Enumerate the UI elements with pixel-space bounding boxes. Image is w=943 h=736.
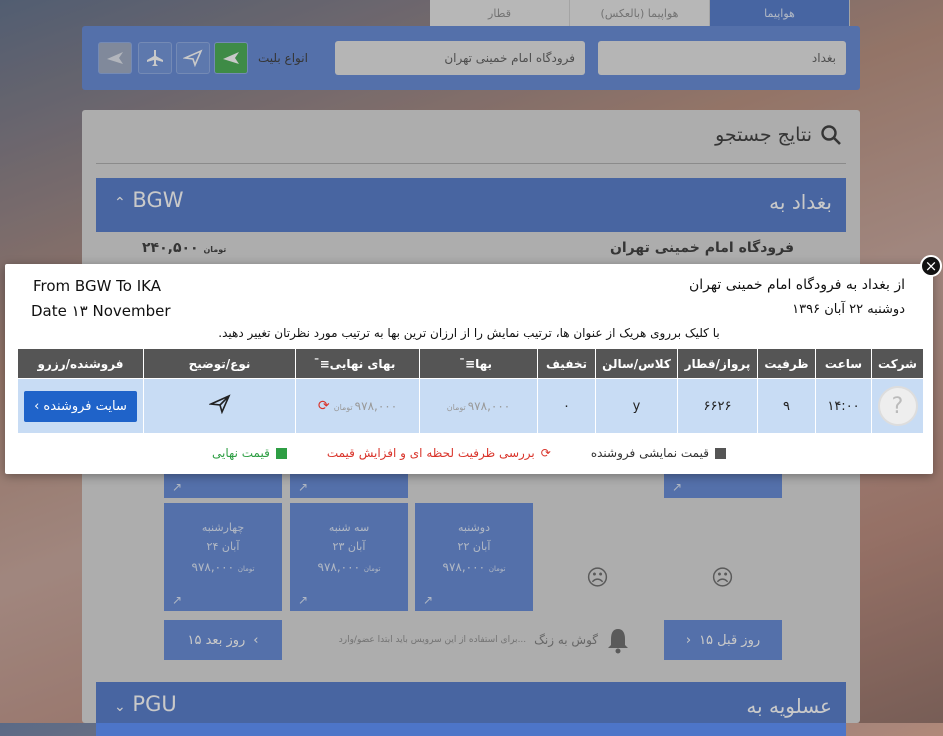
cell-vendor: سایت فروشنده › xyxy=(17,378,144,434)
cell-class: y xyxy=(595,378,678,434)
table-header-row: شرکت ساعت ظرفیت پرواز/قطار کلاس/سالن تخف… xyxy=(17,348,924,379)
legend-swatch xyxy=(714,447,726,459)
col-time[interactable]: ساعت xyxy=(815,348,872,379)
modal-date-en: Date ۱۳ November xyxy=(31,302,171,320)
fares-table: شرکت ساعت ظرفیت پرواز/قطار کلاس/سالن تخف… xyxy=(17,348,924,434)
refresh-icon[interactable]: ⟳ xyxy=(318,398,330,414)
col-price[interactable]: بها≡̄ xyxy=(419,348,538,379)
cell-flight: ۶۶۲۶ xyxy=(677,378,758,434)
legend-display-price: قیمت نمایشی فروشنده xyxy=(591,446,726,460)
send-icon xyxy=(207,394,231,415)
col-final-price-label: بهای نهایی xyxy=(329,356,396,371)
sort-hint: با کلیک برروی هریک از عنوان ها، ترتیب نم… xyxy=(218,326,720,340)
modal-title-fa: از بغداد به فرودگاه امام خمینی تهران xyxy=(689,277,905,293)
legend-swatch xyxy=(275,447,287,459)
vendor-site-button[interactable]: سایت فروشنده › xyxy=(24,390,137,422)
col-vendor[interactable]: فروشنده/رزرو xyxy=(17,348,144,379)
cell-discount: ۰ xyxy=(537,378,596,434)
flight-details-modal: From BGW To IKA Date ۱۳ November از بغدا… xyxy=(5,264,933,474)
display-price-value: ۹۷۸,۰۰۰ xyxy=(467,398,511,413)
sort-icon: ≡̄ xyxy=(319,356,330,371)
col-capacity[interactable]: ظرفیت xyxy=(757,348,816,379)
col-price-label: بها xyxy=(475,356,492,371)
table-row: ? ۱۴:۰۰ ۹ ۶۶۲۶ y ۰ ۹۷۸,۰۰۰تومان ۹۷۸,۰۰۰ت… xyxy=(17,378,924,434)
display-price: ۹۷۸,۰۰۰تومان xyxy=(447,399,510,413)
legend-final-price: قیمت نهایی xyxy=(212,446,287,460)
col-discount[interactable]: تخفیف xyxy=(537,348,596,379)
display-price-unit: تومان xyxy=(446,402,466,412)
final-price: ۹۷۸,۰۰۰تومان xyxy=(334,399,397,413)
cell-final-price: ۹۷۸,۰۰۰تومان ⟳ xyxy=(295,378,420,434)
col-flight[interactable]: پرواز/قطار xyxy=(677,348,758,379)
cell-capacity: ۹ xyxy=(757,378,816,434)
cell-time: ۱۴:۰۰ xyxy=(815,378,872,434)
final-price-unit: تومان xyxy=(333,403,353,412)
cell-type xyxy=(143,378,296,434)
modal-date-fa: دوشنبه ۲۲ آبان ۱۳۹۶ xyxy=(792,302,905,317)
price-legend: قیمت نمایشی فروشنده ⟳ بررسی ظرفیت لحظه ای… xyxy=(5,446,933,460)
cell-airline: ? xyxy=(871,378,924,434)
refresh-icon: ⟳ xyxy=(540,446,551,460)
col-class[interactable]: کلاس/سالن xyxy=(595,348,678,379)
unknown-airline-icon: ? xyxy=(877,386,918,426)
final-price-value: ۹۷۸,۰۰۰ xyxy=(354,399,398,413)
legend-capacity-check: ⟳ بررسی ظرفیت لحظه ای و افزایش قیمت xyxy=(327,446,551,460)
col-airline[interactable]: شرکت xyxy=(871,348,924,379)
col-type[interactable]: نوع/توضیح xyxy=(143,348,296,379)
sort-icon: ≡̄ xyxy=(465,356,476,371)
legend-label: بررسی ظرفیت لحظه ای و افزایش قیمت xyxy=(326,446,535,460)
legend-label: قیمت نهایی xyxy=(212,446,270,460)
cell-price: ۹۷۸,۰۰۰تومان xyxy=(419,378,538,434)
legend-label: قیمت نمایشی فروشنده xyxy=(590,446,709,460)
modal-title-en: From BGW To IKA xyxy=(33,277,161,295)
col-final-price[interactable]: بهای نهایی≡̄ xyxy=(295,348,420,379)
close-icon[interactable]: × xyxy=(920,255,942,277)
